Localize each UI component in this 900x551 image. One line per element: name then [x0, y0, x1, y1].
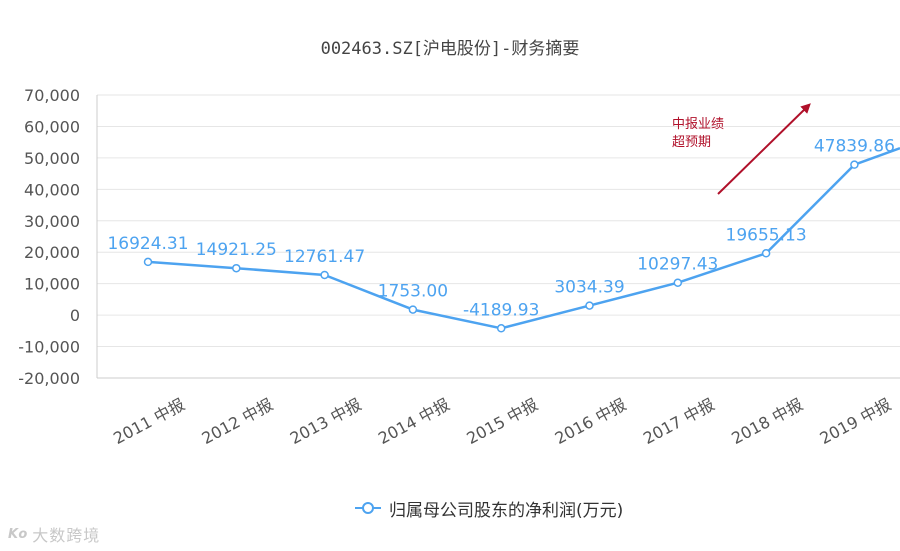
y-tick-label: 0 — [70, 306, 80, 325]
x-tick-label: 2018 中报 — [728, 395, 806, 448]
x-tick-label: 2013 中报 — [287, 395, 365, 448]
data-label: 3034.39 — [554, 278, 624, 298]
legend[interactable]: 归属母公司股东的净利润(万元) — [355, 494, 623, 522]
data-label: 19655.13 — [726, 225, 807, 245]
x-tick-label: 2017 中报 — [640, 395, 718, 448]
data-label: 12761.47 — [284, 247, 365, 267]
data-point[interactable] — [320, 270, 329, 280]
data-point[interactable] — [143, 257, 153, 267]
data-label: 47839.86 — [814, 137, 895, 157]
x-tick-label: 2012 中报 — [199, 395, 277, 448]
x-tick-label: 2011 中报 — [110, 395, 188, 448]
y-tick-label: 60,000 — [24, 117, 80, 136]
x-axis: 2011 中报 2012 中报 2013 中报 2014 中报 2015 中报 2016 … — [110, 395, 894, 448]
y-tick-label: 20,000 — [24, 243, 80, 262]
line-circle-marker-icon — [355, 502, 381, 514]
data-point[interactable] — [232, 263, 241, 273]
data-point[interactable] — [850, 160, 859, 169]
x-tick-label: 2016 中报 — [552, 395, 630, 448]
annotation-line-2: 超预期 — [672, 135, 712, 150]
y-tick-label: 30,000 — [24, 212, 80, 231]
data-label: 14921.25 — [196, 240, 277, 260]
data-point[interactable] — [673, 278, 683, 287]
x-tick-label: 2015 中报 — [463, 395, 541, 448]
legend-label: 归属母公司股东的净利润(万元) — [389, 500, 624, 521]
y-tick-label: 10,000 — [24, 275, 80, 294]
data-label: 16924.31 — [107, 234, 188, 254]
y-tick-label: -10,000 — [18, 338, 80, 357]
x-tick-label: 2014 中报 — [375, 395, 453, 448]
x-tick-label: 2019 中报 — [817, 395, 895, 448]
data-label: -4189.93 — [463, 300, 539, 320]
line-chart: 70,000 60,000 50,000 40,000 30,000 20,000 10,0… — [18, 86, 900, 448]
data-label: 1753.00 — [378, 282, 448, 302]
data-labels: 16924.31 14921.25 12761.47 1753.00 -4189.93 3… — [107, 137, 895, 321]
watermark-logo: Ko — [8, 526, 29, 542]
y-tick-label: -20,000 — [18, 369, 80, 388]
y-tick-label: 50,000 — [24, 149, 80, 168]
annotation: 中报业绩 超预期 — [672, 116, 752, 152]
data-point[interactable] — [408, 305, 418, 314]
chart-container: 002463.SZ[沪电股份]-财务摘要 70,000 60,000 50,000 4… — [0, 0, 900, 551]
annotation-line-1: 中报业绩 — [672, 117, 725, 132]
y-tick-label: 40,000 — [24, 180, 80, 199]
data-point[interactable] — [496, 324, 506, 333]
watermark: Ko 大数跨境 — [8, 522, 100, 546]
y-tick-label: 70,000 — [24, 86, 80, 105]
watermark-text: 大数跨境 — [32, 526, 101, 545]
data-point[interactable] — [761, 249, 771, 258]
data-point[interactable] — [585, 301, 594, 310]
data-label: 10297.43 — [637, 255, 718, 275]
